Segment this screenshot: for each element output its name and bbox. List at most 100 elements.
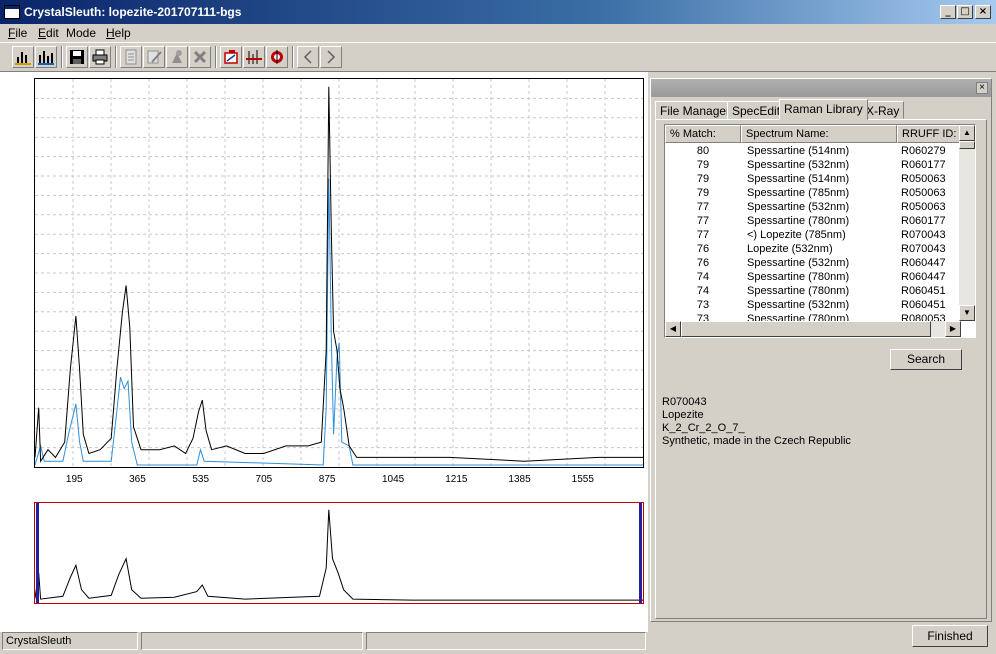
side-panel: × File Manager SpecEdit Raman Library X-… xyxy=(650,78,992,622)
x-tick-label: 365 xyxy=(129,474,146,485)
target-icon xyxy=(271,50,283,64)
multi-chart-button[interactable] xyxy=(35,46,57,68)
x-tick-label: 195 xyxy=(65,474,83,485)
info-description: Synthetic, made in the Czech Republic xyxy=(662,435,851,447)
finished-button[interactable]: Finished xyxy=(912,625,988,647)
minimize-button[interactable]: _ xyxy=(940,5,956,19)
print-button[interactable] xyxy=(89,46,111,68)
row-id: R050063 xyxy=(901,187,946,199)
row-id: R060447 xyxy=(901,271,946,283)
edit-button[interactable] xyxy=(143,46,165,68)
list-item[interactable]: 77 Spessartine (780nm) R060177 xyxy=(665,215,961,229)
column-spectrum-name[interactable]: Spectrum Name: xyxy=(741,125,897,143)
row-match: 80 xyxy=(696,145,710,157)
print-icon xyxy=(92,49,108,65)
stamp-button[interactable] xyxy=(166,46,188,68)
bar-chart-button[interactable] xyxy=(12,46,34,68)
maximize-button[interactable]: □ xyxy=(957,5,973,19)
target-button[interactable] xyxy=(266,46,288,68)
row-name: Spessartine (514nm) xyxy=(747,173,850,185)
row-name: Spessartine (780nm) xyxy=(747,271,850,283)
vertical-scrollbar[interactable]: ▲ ▼ xyxy=(959,125,975,321)
peaks-button[interactable] xyxy=(243,46,265,68)
scroll-left-icon[interactable]: ◀ xyxy=(665,321,681,337)
overview-chart xyxy=(34,503,643,603)
row-match: 74 xyxy=(696,285,710,297)
row-id: R060279 xyxy=(901,145,946,157)
row-name: Spessartine (514nm) xyxy=(747,145,850,157)
calc-icon xyxy=(224,50,238,64)
menu-help[interactable]: Help xyxy=(106,26,131,40)
save-button[interactable] xyxy=(66,46,88,68)
delete-button[interactable] xyxy=(189,46,211,68)
stamp-icon xyxy=(172,50,182,63)
list-item[interactable]: 76 Lopezite (532nm) R070043 xyxy=(665,243,961,257)
list-item[interactable]: 79 Spessartine (532nm) R060177 xyxy=(665,159,961,173)
info-id: R070043 xyxy=(662,396,707,408)
list-item[interactable]: 79 Spessartine (514nm) R050063 xyxy=(665,173,961,187)
doc-button[interactable] xyxy=(120,46,142,68)
list-item[interactable]: 74 Spessartine (780nm) R060451 xyxy=(665,285,961,299)
menu-file[interactable]: File xyxy=(8,26,27,40)
row-name: Spessartine (785nm) xyxy=(747,187,850,199)
list-item[interactable]: 77 Spessartine (532nm) R050063 xyxy=(665,201,961,215)
list-header: % Match: Spectrum Name: RRUFF ID: xyxy=(665,125,961,143)
match-list[interactable]: % Match: Spectrum Name: RRUFF ID: 80 Spes… xyxy=(664,124,976,338)
range-handle-left xyxy=(36,503,39,603)
overview-plot[interactable] xyxy=(34,502,644,604)
row-name: Spessartine (532nm) xyxy=(747,201,850,213)
search-button[interactable]: Search xyxy=(890,349,962,370)
panel-close-icon[interactable]: × xyxy=(976,82,988,94)
doc-icon xyxy=(125,49,137,65)
tab-specedit[interactable]: SpecEdit xyxy=(727,101,786,119)
horizontal-scrollbar[interactable]: ◀ ▶ xyxy=(665,321,961,337)
spectrum-plot[interactable] xyxy=(34,78,644,468)
list-item[interactable]: 77 <) Lopezite (785nm) R070043 xyxy=(665,229,961,243)
status-cell-2 xyxy=(141,632,363,650)
row-match: 79 xyxy=(696,173,710,185)
list-item[interactable]: 74 Spessartine (780nm) R060447 xyxy=(665,271,961,285)
tab-file-manager[interactable]: File Manager xyxy=(655,101,736,119)
toolbar-separator xyxy=(61,46,63,68)
calc-button[interactable] xyxy=(220,46,242,68)
arrow-left-icon xyxy=(303,50,312,64)
multi-chart-icon xyxy=(38,51,54,65)
row-match: 73 xyxy=(696,299,710,311)
row-id: R060447 xyxy=(901,257,946,269)
menu-edit[interactable]: Edit xyxy=(38,26,59,40)
list-item[interactable]: 79 Spessartine (785nm) R050063 xyxy=(665,187,961,201)
x-tick-label: 535 xyxy=(192,474,210,485)
row-name: Spessartine (532nm) xyxy=(747,257,850,269)
scroll-up-icon[interactable]: ▲ xyxy=(959,125,975,141)
scroll-thumb-horizontal[interactable] xyxy=(681,321,931,337)
previous-button[interactable] xyxy=(297,46,319,68)
row-match: 77 xyxy=(696,215,710,227)
arrow-right-icon xyxy=(327,50,336,64)
list-item[interactable]: 80 Spessartine (514nm) R060279 xyxy=(665,145,961,159)
status-cell-3 xyxy=(366,632,646,650)
spectrum-info: R070043 Lopezite K_2_Cr_2_O_7_ Synthetic… xyxy=(662,396,851,448)
row-match: 79 xyxy=(696,159,710,171)
toolbar-separator xyxy=(292,46,294,68)
row-match: 76 xyxy=(696,257,710,269)
peaks-icon xyxy=(246,50,262,64)
overview-series-line xyxy=(34,509,643,601)
tab-raman-library[interactable]: Raman Library xyxy=(779,99,868,120)
row-name: Spessartine (532nm) xyxy=(747,299,850,311)
row-match: 77 xyxy=(696,229,710,241)
toolbar-separator xyxy=(215,46,217,68)
info-name: Lopezite xyxy=(662,409,704,421)
list-item[interactable]: 76 Spessartine (532nm) R060447 xyxy=(665,257,961,271)
scroll-right-icon[interactable]: ▶ xyxy=(945,321,961,337)
column-rruff-id[interactable]: RRUFF ID: xyxy=(897,125,961,143)
menu-mode[interactable]: Mode xyxy=(66,26,96,40)
scroll-down-icon[interactable]: ▼ xyxy=(959,305,975,321)
column-match[interactable]: % Match: xyxy=(665,125,741,143)
close-button[interactable]: × xyxy=(975,5,991,19)
toolbar xyxy=(0,42,996,72)
row-id: R050063 xyxy=(901,173,946,185)
list-rows: 80 Spessartine (514nm) R060279 79 Spessartin… xyxy=(665,145,961,327)
list-item[interactable]: 73 Spessartine (532nm) R060451 xyxy=(665,299,961,313)
scroll-thumb[interactable] xyxy=(959,141,975,149)
next-button[interactable] xyxy=(320,46,342,68)
